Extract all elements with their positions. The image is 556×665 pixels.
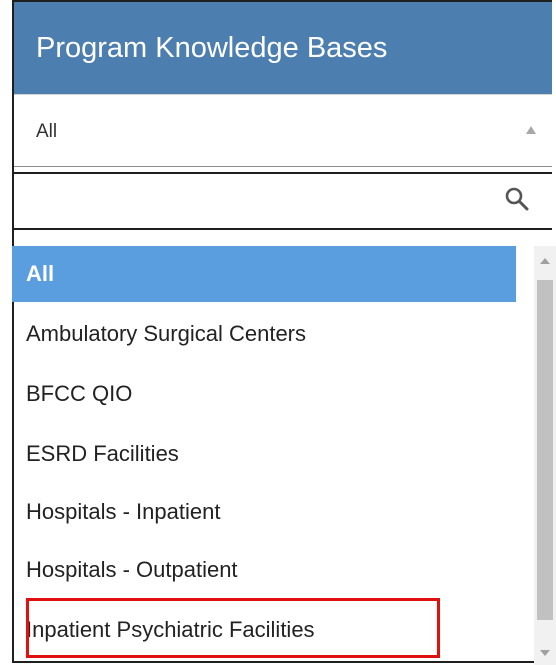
- option-label: Hospitals - Outpatient: [26, 557, 238, 582]
- option-bfcc-qio[interactable]: BFCC QIO: [12, 366, 516, 422]
- scroll-down-icon[interactable]: [540, 650, 550, 656]
- scroll-up-icon[interactable]: [540, 258, 550, 264]
- options-scrollbar[interactable]: [534, 246, 556, 665]
- scroll-thumb[interactable]: [537, 280, 553, 620]
- option-all[interactable]: All: [12, 246, 516, 302]
- option-hospitals-inpatient[interactable]: Hospitals - Inpatient: [12, 484, 516, 540]
- select-current-value: All: [36, 121, 58, 142]
- option-ambulatory-surgical-centers[interactable]: Ambulatory Surgical Centers: [12, 306, 516, 362]
- panel-title: Program Knowledge Bases: [14, 2, 552, 94]
- option-label: All: [26, 261, 55, 286]
- option-label: Inpatient Psychiatric Facilities: [26, 617, 315, 642]
- program-select[interactable]: All: [14, 94, 552, 166]
- options-list: All Ambulatory Surgical Centers BFCC QIO…: [12, 246, 532, 665]
- caret-up-icon: [526, 126, 536, 134]
- option-label: Ambulatory Surgical Centers: [26, 321, 307, 346]
- option-label: Hospitals - Inpatient: [26, 499, 221, 524]
- option-label: BFCC QIO: [26, 381, 133, 406]
- search-icon[interactable]: [504, 186, 530, 212]
- option-label: ESRD Facilities: [26, 441, 179, 466]
- search-input[interactable]: [14, 174, 492, 228]
- option-inpatient-psychiatric-facilities[interactable]: Inpatient Psychiatric Facilities: [12, 602, 516, 658]
- search-box: [12, 172, 552, 230]
- option-esrd-facilities[interactable]: ESRD Facilities: [12, 426, 516, 482]
- option-hospitals-outpatient[interactable]: Hospitals - Outpatient: [12, 542, 516, 598]
